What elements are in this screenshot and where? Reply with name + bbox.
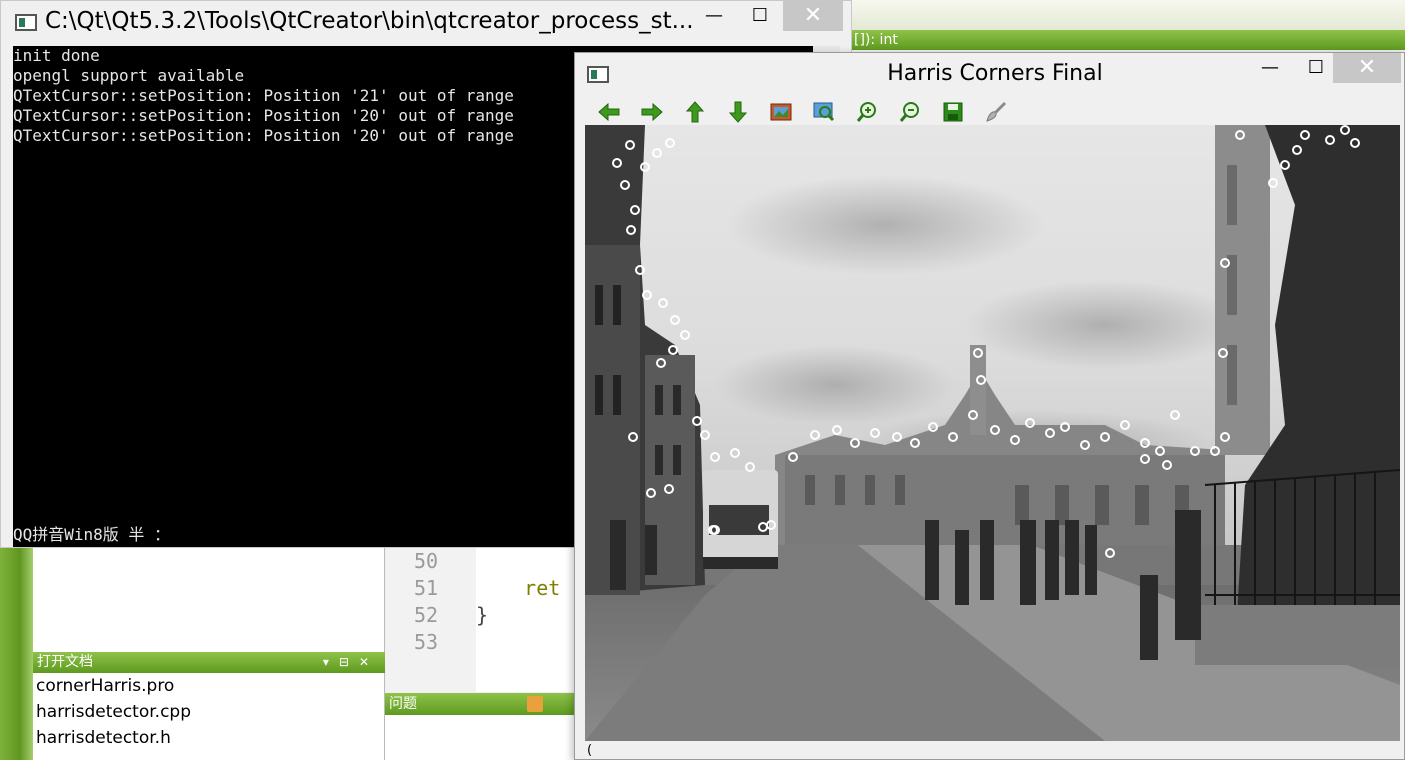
save-icon — [943, 102, 963, 122]
pan-down-button[interactable] — [726, 100, 750, 124]
close-icon: ✕ — [803, 3, 823, 28]
maximize-button[interactable]: ☐ — [737, 1, 783, 31]
project-tree-panel[interactable] — [33, 548, 385, 652]
qtcreator-background-top — [850, 0, 1405, 30]
street-photo-with-corners — [585, 125, 1400, 741]
open-documents-header[interactable]: 打开文档 ▾⊟✕ — [33, 652, 385, 673]
ime-status-line: QQ拼音Win8版 半 ： — [13, 525, 171, 544]
image-icon — [770, 103, 792, 121]
open-documents-list: cornerHarris.pro harrisdetector.cpp harr… — [33, 673, 385, 760]
close-icon[interactable]: ✕ — [359, 655, 379, 669]
dropdown-icon[interactable]: ▾ — [323, 655, 339, 669]
arrow-up-icon — [686, 101, 704, 123]
maximize-icon: ☐ — [1307, 57, 1325, 78]
qtcreator-function-bar: []): int — [850, 30, 1405, 50]
console-window-title: C:\Qt\Qt5.3.2\Tools\QtCreator\bin\qtcrea… — [45, 8, 694, 34]
split-icon[interactable]: ⊟ — [339, 655, 359, 669]
open-document-item[interactable]: harrisdetector.cpp — [33, 699, 384, 725]
open-document-item[interactable]: cornerHarris.pro — [33, 673, 384, 699]
close-button[interactable]: ✕ — [1333, 53, 1401, 83]
pan-up-button[interactable] — [683, 100, 707, 124]
line-number: 52 — [414, 603, 439, 627]
issues-pane — [385, 715, 577, 760]
code-line-gutter: 50 51 52 53 — [386, 548, 476, 692]
open-document-item[interactable]: harrisdetector.h — [33, 725, 384, 751]
code-line: } — [476, 603, 489, 627]
line-number: 51 — [414, 576, 439, 600]
minimize-button[interactable]: — — [691, 1, 737, 31]
line-number: 50 — [414, 549, 439, 573]
line-number: 53 — [414, 630, 439, 654]
properties-button[interactable] — [984, 100, 1008, 124]
zoom-in-icon — [856, 102, 876, 122]
arrow-left-icon — [598, 103, 620, 121]
close-icon: ✕ — [1357, 55, 1377, 80]
function-signature: []): int — [854, 32, 898, 48]
zoom-out-button[interactable] — [898, 100, 922, 124]
zoom-out-icon — [899, 102, 919, 122]
close-button[interactable]: ✕ — [783, 1, 843, 31]
maximize-icon: ☐ — [751, 5, 769, 26]
zoom-in-button[interactable] — [855, 100, 879, 124]
console-titlebar[interactable]: C:\Qt\Qt5.3.2\Tools\QtCreator\bin\qtcrea… — [1, 1, 851, 46]
pan-right-button[interactable] — [640, 100, 664, 124]
code-editor[interactable]: ret } — [476, 548, 576, 692]
minimize-button[interactable]: — — [1247, 53, 1293, 83]
harris-result-image[interactable] — [585, 125, 1400, 741]
zoom-image-icon — [813, 102, 835, 122]
brush-icon — [986, 101, 1007, 122]
code-line: ret — [476, 576, 561, 600]
zoom-reset-button[interactable] — [769, 100, 793, 124]
issues-pane-header[interactable]: 问题 — [385, 693, 577, 715]
arrow-right-icon — [641, 103, 663, 121]
save-button[interactable] — [941, 100, 965, 124]
minimize-icon: — — [705, 5, 723, 26]
open-documents-title: 打开文档 — [37, 654, 93, 670]
filter-icon[interactable] — [527, 696, 543, 712]
image-toolbar — [585, 97, 1400, 127]
issues-title: 问题 — [389, 696, 417, 712]
minimize-icon: — — [1261, 57, 1279, 78]
console-app-icon[interactable] — [15, 14, 37, 31]
qtcreator-mode-sidebar[interactable] — [0, 548, 33, 760]
harris-status-bar: ( — [587, 743, 593, 758]
arrow-down-icon — [729, 101, 747, 123]
harris-corners-window: Harris Corners Final — ☐ ✕ ( — [574, 52, 1405, 760]
pan-left-button[interactable] — [597, 100, 621, 124]
zoom-fit-button[interactable] — [812, 100, 836, 124]
